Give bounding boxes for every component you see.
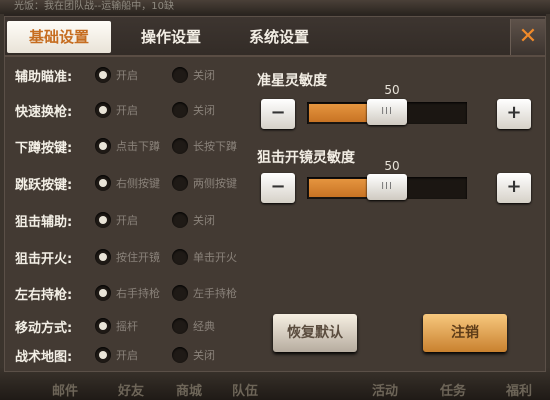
option-label: 关闭 <box>193 349 215 362</box>
setting-row-tactical-map: 战术地图: 开启 关闭 <box>15 344 255 366</box>
tab-basic-settings[interactable]: 基础设置 <box>7 21 111 53</box>
setting-label: 战术地图: <box>15 350 73 365</box>
radio-selected-icon <box>95 212 111 228</box>
plus-icon: + <box>506 176 522 197</box>
sniper-increase-button[interactable]: + <box>497 173 531 203</box>
background-chat-line: 光饭：我在团队战--运输船中，10缺 <box>0 0 550 14</box>
option-label: 开启 <box>116 349 138 362</box>
radio-selected-icon <box>95 318 111 334</box>
option-label: 长按下蹲 <box>193 140 237 153</box>
close-button[interactable]: ✕ <box>510 19 545 55</box>
crosshair-increase-button[interactable]: + <box>497 99 531 129</box>
radio-empty-icon <box>172 175 188 191</box>
tab-control-settings[interactable]: 操作设置 <box>119 21 223 53</box>
background-bottom-bar: 邮件 好友 商城 队伍 活动 任务 福利 <box>0 368 550 400</box>
radio-selected-icon <box>95 347 111 363</box>
crosshair-sensitivity-slider[interactable]: III <box>307 99 467 125</box>
crosshair-sensitivity-value: 50 <box>384 83 400 97</box>
option-label: 经典 <box>193 320 215 333</box>
radio-empty-icon <box>172 285 188 301</box>
settings-panel: 基础设置 操作设置 系统设置 ✕ 辅助瞄准: 开启 关闭 快速换枪: 开启 关闭… <box>4 16 546 372</box>
grip-icon: III <box>381 181 393 192</box>
option-label: 开启 <box>116 104 138 117</box>
option-label: 右侧按键 <box>116 177 160 190</box>
setting-row-hand: 左右持枪: 右手持枪 左手持枪 <box>15 282 255 304</box>
setting-label: 移动方式: <box>15 321 73 336</box>
sniper-decrease-button[interactable]: − <box>261 173 295 203</box>
radio-empty-icon <box>172 347 188 363</box>
background-ghost-label: 任务 <box>440 384 467 399</box>
sniper-scope-sensitivity-slider[interactable]: III <box>307 174 467 200</box>
setting-label: 快速换枪: <box>15 105 73 120</box>
radio-empty-icon <box>172 67 188 83</box>
setting-row-sniper-fire: 狙击开火: 按住开镜 单击开火 <box>15 246 255 268</box>
option-label: 关闭 <box>193 69 215 82</box>
radio-empty-icon <box>172 138 188 154</box>
setting-row-crouch-key: 下蹲按键: 点击下蹲 长按下蹲 <box>15 135 255 157</box>
background-ghost-label: 活动 <box>372 384 399 399</box>
slider-thumb[interactable]: III <box>367 174 407 200</box>
setting-label: 左右持枪: <box>15 288 73 303</box>
background-ghost-label: 邮件 <box>52 384 79 399</box>
option-label: 两侧按键 <box>193 177 237 190</box>
tab-system-settings[interactable]: 系统设置 <box>227 21 331 53</box>
setting-label: 下蹲按键: <box>15 141 73 156</box>
setting-label: 跳跃按键: <box>15 178 73 193</box>
background-ghost-label: 商城 <box>176 384 203 399</box>
background-ghost-label: 队伍 <box>232 384 259 399</box>
minus-icon: − <box>270 176 286 197</box>
option-label: 关闭 <box>193 214 215 227</box>
background-ghost-label: 福利 <box>506 384 533 399</box>
grip-icon: III <box>381 106 393 117</box>
setting-label: 狙击辅助: <box>15 215 73 230</box>
restore-defaults-button[interactable]: 恢复默认 <box>273 314 357 352</box>
radio-selected-icon <box>95 249 111 265</box>
radio-selected-icon <box>95 138 111 154</box>
setting-row-move-mode: 移动方式: 摇杆 经典 <box>15 315 255 337</box>
radio-empty-icon <box>172 318 188 334</box>
radio-empty-icon <box>172 102 188 118</box>
sniper-scope-sensitivity-title: 狙击开镜灵敏度 <box>257 150 355 166</box>
setting-label: 狙击开火: <box>15 252 73 267</box>
radio-selected-icon <box>95 175 111 191</box>
setting-label: 辅助瞄准: <box>15 70 73 85</box>
option-label: 摇杆 <box>116 320 138 333</box>
radio-empty-icon <box>172 249 188 265</box>
tab-bar: 基础设置 操作设置 系统设置 ✕ <box>5 17 545 57</box>
setting-row-jump-key: 跳跃按键: 右侧按键 两侧按键 <box>15 172 255 194</box>
crosshair-decrease-button[interactable]: − <box>261 99 295 129</box>
option-label: 开启 <box>116 214 138 227</box>
setting-row-quick-switch: 快速换枪: 开启 关闭 <box>15 99 255 121</box>
close-icon: ✕ <box>518 24 538 49</box>
option-label: 左手持枪 <box>193 287 237 300</box>
radio-selected-icon <box>95 67 111 83</box>
option-label: 关闭 <box>193 104 215 117</box>
option-label: 右手持枪 <box>116 287 160 300</box>
option-label: 开启 <box>116 69 138 82</box>
radio-selected-icon <box>95 285 111 301</box>
setting-row-sniper-assist: 狙击辅助: 开启 关闭 <box>15 209 255 231</box>
option-label: 单击开火 <box>193 251 237 264</box>
plus-icon: + <box>506 102 522 123</box>
logout-button[interactable]: 注销 <box>423 314 507 352</box>
option-label: 按住开镜 <box>116 251 160 264</box>
radio-selected-icon <box>95 102 111 118</box>
setting-row-aim-assist: 辅助瞄准: 开启 关闭 <box>15 64 255 86</box>
crosshair-sensitivity-title: 准星灵敏度 <box>257 73 327 89</box>
option-label: 点击下蹲 <box>116 140 160 153</box>
slider-thumb[interactable]: III <box>367 99 407 125</box>
background-edge-right <box>546 14 550 368</box>
sniper-scope-sensitivity-value: 50 <box>384 159 400 173</box>
minus-icon: − <box>270 102 286 123</box>
background-ghost-label: 好友 <box>118 384 145 399</box>
radio-empty-icon <box>172 212 188 228</box>
